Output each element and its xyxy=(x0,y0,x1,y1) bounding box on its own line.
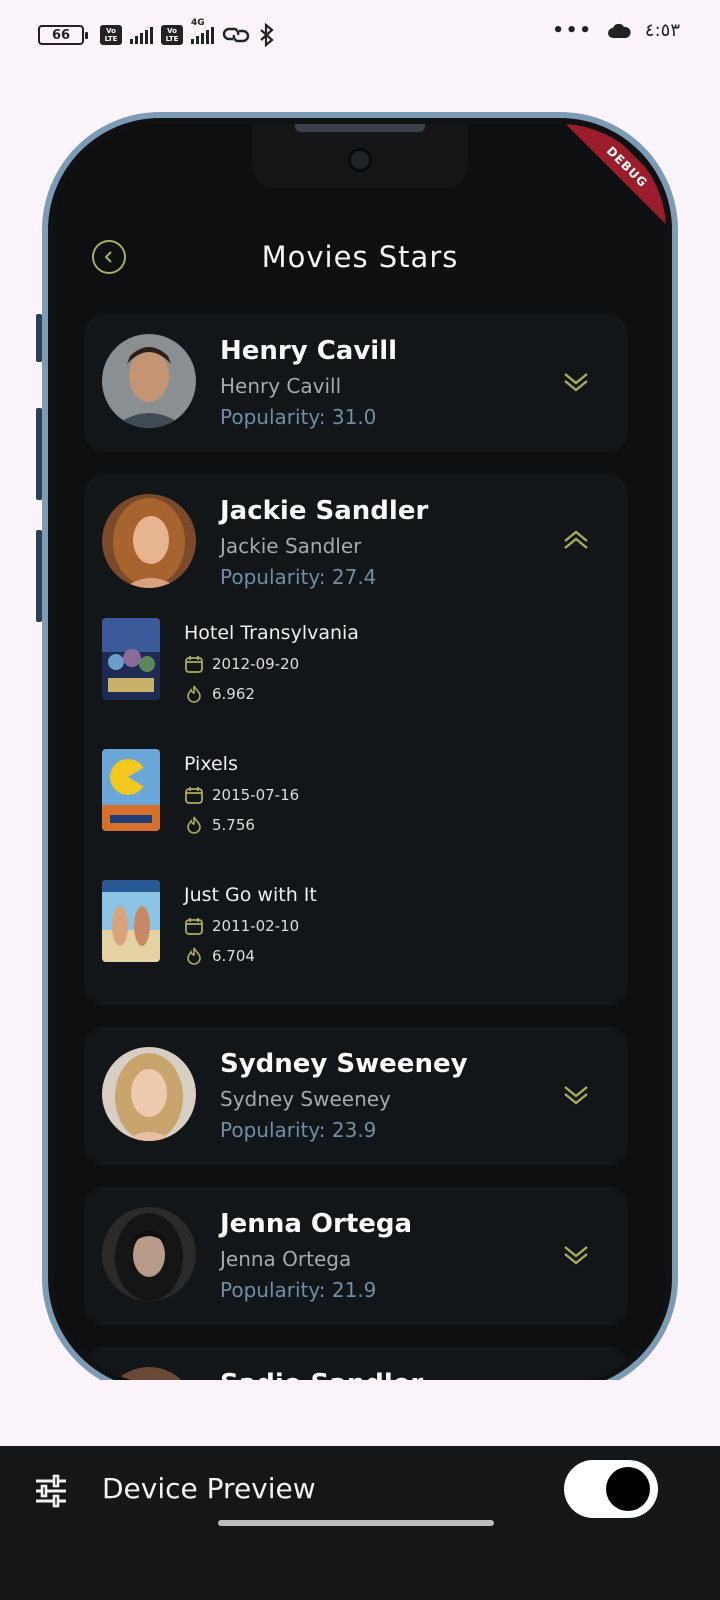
front-camera xyxy=(348,148,372,172)
device-preview-toggle[interactable] xyxy=(564,1460,658,1518)
app-screen: DEBUG Movies Stars Henry Cavill Henry Ca… xyxy=(54,124,666,1384)
actor-name: Sydney Sweeney xyxy=(220,1049,468,1079)
movie-item[interactable]: Just Go with It 2011-02-10 6.704 xyxy=(84,874,628,1005)
movie-poster xyxy=(102,618,160,700)
actor-name: Jenna Ortega xyxy=(220,1209,413,1239)
flame-icon xyxy=(187,816,201,834)
avatar xyxy=(102,494,196,588)
actor-popularity: Popularity: 31.0 xyxy=(220,405,377,429)
actor-subtitle: Henry Cavill xyxy=(220,374,342,398)
calendar-icon xyxy=(185,656,203,673)
settings-sliders-icon[interactable] xyxy=(34,1474,68,1508)
chevron-double-up-icon[interactable] xyxy=(562,528,590,554)
avatar xyxy=(102,1207,196,1301)
movie-title: Hotel Transylvania xyxy=(184,622,359,644)
status-bar: 66 Vo LTE Vo LTE 4G ••• ٤:٥٣ xyxy=(0,0,720,70)
movie-release-date: 2012-09-20 xyxy=(212,655,300,673)
home-indicator[interactable] xyxy=(218,1520,494,1526)
back-button[interactable] xyxy=(92,240,126,274)
volte-badge-2: Vo LTE xyxy=(161,25,183,45)
actor-subtitle: Jenna Ortega xyxy=(220,1247,352,1271)
movie-poster xyxy=(102,880,160,962)
bluetooth-icon xyxy=(260,23,274,47)
avatar xyxy=(102,1047,196,1141)
actor-subtitle: Sydney Sweeney xyxy=(220,1087,391,1111)
avatar xyxy=(102,334,196,428)
preview-background xyxy=(0,1380,720,1450)
movie-rating: 6.704 xyxy=(212,947,255,965)
actor-name: Jackie Sandler xyxy=(220,496,429,526)
debug-banner: DEBUG xyxy=(564,124,666,230)
signal-icon-2: 4G xyxy=(191,18,214,44)
calendar-icon xyxy=(185,918,203,935)
device-frame: DEBUG Movies Stars Henry Cavill Henry Ca… xyxy=(42,112,678,1396)
actor-card[interactable]: Henry Cavill Henry Cavill Popularity: 31… xyxy=(84,314,628,452)
movie-release-date: 2015-07-16 xyxy=(212,786,300,804)
movie-release-date: 2011-02-10 xyxy=(212,917,300,935)
chevron-double-down-icon[interactable] xyxy=(562,368,590,394)
movie-item[interactable]: Pixels 2015-07-16 5.756 xyxy=(84,743,628,874)
actor-popularity: Popularity: 27.4 xyxy=(220,565,377,589)
movie-poster xyxy=(102,749,160,831)
more-notifications-icon: ••• xyxy=(552,20,593,41)
page-title: Movies Stars xyxy=(261,240,459,274)
actor-popularity: Popularity: 23.9 xyxy=(220,1118,377,1142)
chevron-double-down-icon[interactable] xyxy=(562,1081,590,1107)
calendar-icon xyxy=(185,787,203,804)
chevron-double-down-icon[interactable] xyxy=(562,1241,590,1267)
device-preview-label: Device Preview xyxy=(102,1472,316,1505)
toggle-knob xyxy=(606,1467,650,1511)
movie-item[interactable]: Hotel Transylvania 2012-09-20 6.962 xyxy=(84,612,628,743)
clock: ٤:٥٣ xyxy=(644,20,680,41)
movie-title: Just Go with It xyxy=(184,884,317,906)
signal-icon-1 xyxy=(130,26,153,44)
actor-popularity: Popularity: 21.9 xyxy=(220,1278,377,1302)
network-type: 4G xyxy=(191,18,205,28)
actor-list[interactable]: Henry Cavill Henry Cavill Popularity: 31… xyxy=(84,314,628,1384)
actor-card[interactable]: Jenna Ortega Jenna Ortega Popularity: 21… xyxy=(84,1187,628,1325)
movie-rating: 6.962 xyxy=(212,685,255,703)
flame-icon xyxy=(187,947,201,965)
battery-indicator: 66 xyxy=(38,25,88,45)
app-bar: Movies Stars xyxy=(54,236,666,282)
movie-title: Pixels xyxy=(184,753,238,775)
flame-icon xyxy=(187,685,201,703)
chevron-left-icon xyxy=(104,251,112,263)
movie-rating: 5.756 xyxy=(212,816,255,834)
link-icon xyxy=(222,27,250,43)
cloud-icon xyxy=(607,23,631,38)
actor-card[interactable]: Sadie Sandler xyxy=(84,1347,628,1384)
actor-card-expanded[interactable]: Jackie Sandler Jackie Sandler Popularity… xyxy=(84,474,628,1005)
actor-subtitle: Jackie Sandler xyxy=(220,534,362,558)
actor-name: Henry Cavill xyxy=(220,336,398,366)
speaker xyxy=(295,124,425,132)
actor-card[interactable]: Sydney Sweeney Sydney Sweeney Popularity… xyxy=(84,1027,628,1165)
volte-badge-1: Vo LTE xyxy=(100,25,122,45)
